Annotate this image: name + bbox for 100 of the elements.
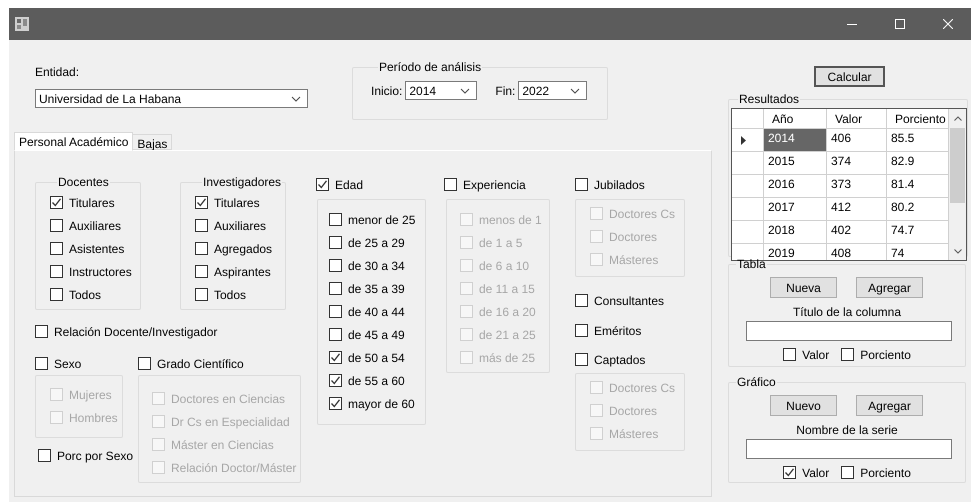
field-label: Inicio:: [371, 82, 402, 100]
checkbox[interactable]: [329, 236, 342, 249]
table-cell[interactable]: 402: [827, 221, 887, 243]
checkbox-label[interactable]: Auxiliares: [214, 216, 266, 234]
checkbox-label[interactable]: de 45 a 49: [348, 326, 405, 344]
field-label: Entidad:: [35, 64, 80, 77]
checkbox[interactable]: [841, 348, 854, 361]
table-cell[interactable]: 2017: [764, 198, 827, 220]
checkbox-label[interactable]: Edad: [335, 176, 364, 194]
checkbox[interactable]: [50, 265, 63, 278]
checkbox[interactable]: [575, 294, 588, 307]
checkbox[interactable]: [783, 348, 796, 361]
checkbox-label[interactable]: Todos: [69, 286, 102, 304]
push-button[interactable]: Nueva: [770, 277, 837, 298]
checkbox[interactable]: [329, 282, 342, 295]
checkbox[interactable]: [195, 242, 208, 255]
checkbox-label[interactable]: Sexo: [54, 354, 82, 372]
combo-box[interactable]: 2014: [405, 81, 478, 100]
push-button[interactable]: Agregar: [856, 395, 923, 416]
checkbox[interactable]: [195, 265, 208, 278]
table-cell[interactable]: 374: [827, 152, 887, 174]
checkbox-label[interactable]: Titulares: [69, 194, 115, 212]
checkbox[interactable]: [329, 328, 342, 341]
checkbox[interactable]: [575, 324, 588, 337]
checkbox[interactable]: [316, 178, 329, 191]
checkbox[interactable]: [783, 466, 796, 479]
table-cell[interactable]: 2016: [764, 175, 827, 197]
checkbox-label[interactable]: Todos: [214, 286, 246, 304]
push-button[interactable]: Agregar: [856, 277, 923, 298]
checkbox-label[interactable]: de 35 a 39: [348, 280, 405, 298]
input-field[interactable]: [746, 439, 952, 459]
checkbox[interactable]: [329, 397, 342, 410]
tab[interactable]: Personal Académico: [14, 132, 134, 151]
row-indicator-icon: [741, 136, 746, 144]
checkbox[interactable]: [841, 466, 854, 479]
checkbox[interactable]: [35, 357, 48, 370]
combo-box[interactable]: 2022: [518, 81, 588, 100]
checkbox-label[interactable]: de 55 a 60: [348, 372, 405, 390]
checkbox[interactable]: [50, 196, 63, 209]
scrollbar[interactable]: [949, 109, 966, 260]
column-header[interactable]: Valor: [827, 109, 887, 128]
push-button[interactable]: Nuevo: [770, 395, 837, 416]
calculate-button[interactable]: Calcular: [814, 66, 885, 87]
table-cell[interactable]: 412: [827, 198, 887, 220]
checkbox-label[interactable]: Agregados: [214, 240, 272, 258]
column-header[interactable]: Año: [764, 109, 827, 128]
checkbox-label[interactable]: Asistentes: [69, 240, 124, 258]
checkbox-label[interactable]: Relación Docente/Investigador: [54, 322, 218, 340]
table-cell[interactable]: 373: [827, 175, 887, 197]
checkbox[interactable]: [50, 219, 63, 232]
group-title: Resultados: [738, 91, 800, 108]
checkbox-label[interactable]: Porc por Sexo: [57, 446, 134, 464]
table-cell[interactable]: 2015: [764, 152, 827, 174]
checkbox[interactable]: [329, 213, 342, 226]
checkbox-label[interactable]: Instructores: [69, 262, 132, 280]
checkbox-label[interactable]: de 40 a 44: [348, 302, 405, 320]
checkbox-label[interactable]: Aspirantes: [214, 262, 271, 280]
checkbox[interactable]: [195, 288, 208, 301]
checkbox-label[interactable]: Porciento: [860, 464, 911, 482]
scroll-thumb[interactable]: [950, 128, 965, 203]
checkbox[interactable]: [35, 325, 48, 338]
table-cell[interactable]: 2019: [764, 244, 827, 260]
checkbox-label[interactable]: de 50 a 54: [348, 348, 405, 366]
checkbox[interactable]: [329, 351, 342, 364]
table-cell[interactable]: 2014: [764, 129, 827, 151]
checkbox-label[interactable]: Valor: [802, 346, 830, 364]
checkbox[interactable]: [138, 357, 151, 370]
checkbox[interactable]: [195, 196, 208, 209]
input-field[interactable]: [746, 321, 952, 341]
chevron-down-icon: [460, 88, 470, 94]
checkbox-label[interactable]: menor de 25: [348, 210, 416, 228]
table-cell[interactable]: 2018: [764, 221, 827, 243]
checkbox-label[interactable]: Auxiliares: [69, 216, 122, 234]
checkbox-label[interactable]: de 25 a 29: [348, 234, 405, 252]
checkbox-label[interactable]: mayor de 60: [348, 394, 415, 412]
chevron-down-icon: [954, 249, 962, 254]
checkbox[interactable]: [329, 305, 342, 318]
checkbox-label[interactable]: Eméritos: [594, 322, 642, 340]
checkbox-label[interactable]: Porciento: [860, 346, 911, 364]
checkbox-label[interactable]: Titulares: [214, 194, 260, 212]
checkbox[interactable]: [50, 242, 63, 255]
checkbox-label[interactable]: de 30 a 34: [348, 256, 405, 274]
checkbox[interactable]: [329, 259, 342, 272]
checkbox[interactable]: [38, 449, 51, 462]
checkbox-label[interactable]: Experiencia: [463, 176, 526, 194]
checkbox-label[interactable]: Consultantes: [594, 292, 664, 310]
checkbox[interactable]: [575, 178, 588, 191]
tab[interactable]: Bajas: [133, 134, 172, 150]
checkbox-label[interactable]: Grado Científico: [157, 354, 244, 372]
checkbox-label[interactable]: Valor: [802, 464, 830, 482]
combo-box[interactable]: Universidad de La Habana: [35, 89, 308, 108]
checkbox-label[interactable]: Jubilados: [594, 176, 645, 194]
checkbox-label[interactable]: Captados: [594, 350, 646, 368]
checkbox[interactable]: [329, 374, 342, 387]
checkbox[interactable]: [50, 288, 63, 301]
table-cell[interactable]: 408: [827, 244, 887, 260]
checkbox[interactable]: [444, 178, 457, 191]
table-cell[interactable]: 406: [827, 129, 887, 151]
checkbox[interactable]: [195, 219, 208, 232]
checkbox[interactable]: [575, 353, 588, 366]
